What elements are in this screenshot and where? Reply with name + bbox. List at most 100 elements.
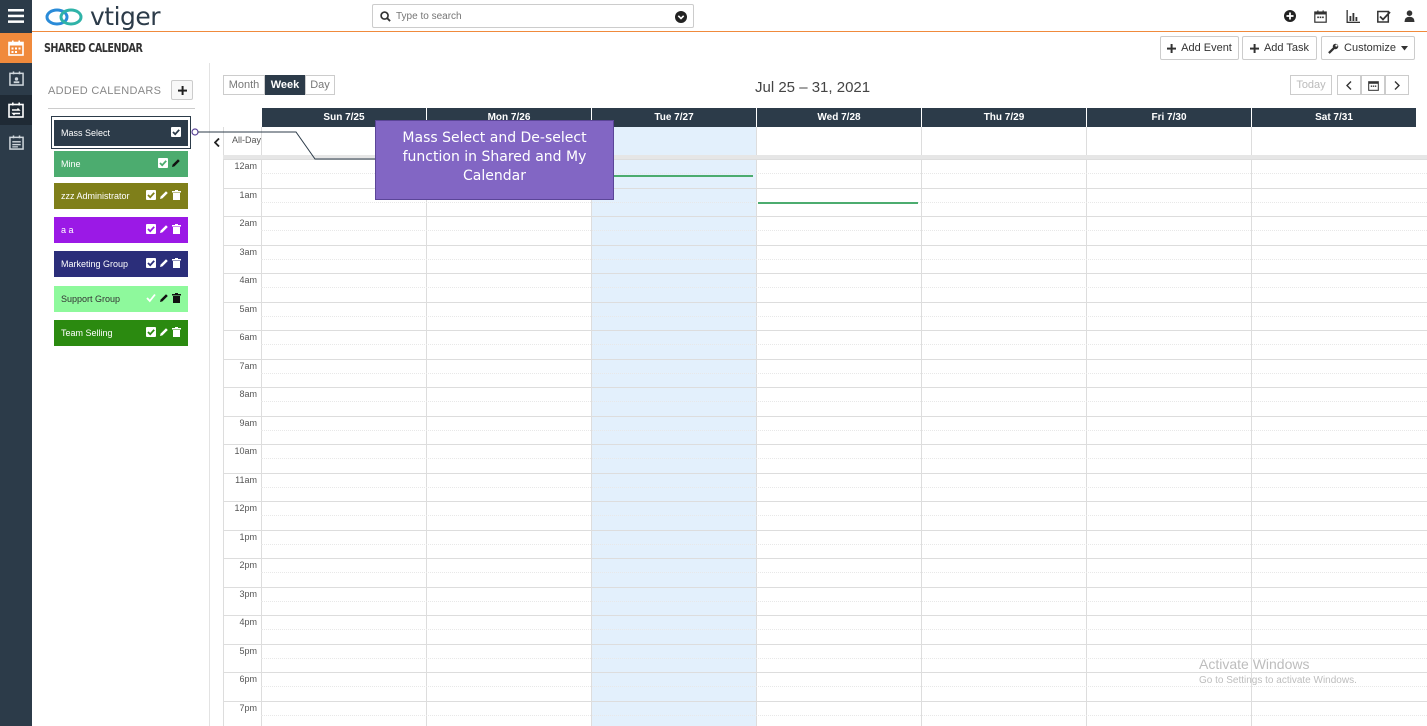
calendar-item-zzz-administrator[interactable]: zzz Administrator xyxy=(54,183,188,209)
hour-line xyxy=(223,273,1427,274)
trash-icon[interactable] xyxy=(172,293,181,303)
app-root: vtiger SHARED CALENDAR Add Even xyxy=(0,0,1427,726)
trash-icon[interactable] xyxy=(172,190,181,200)
add-calendar-button[interactable] xyxy=(171,80,193,100)
checkbox-checked-icon[interactable] xyxy=(171,127,181,137)
vtiger-logo[interactable]: vtiger xyxy=(44,2,161,31)
calendar-event[interactable] xyxy=(758,201,918,204)
checkbox-checked-icon[interactable] xyxy=(158,158,168,168)
hour-line xyxy=(223,700,1427,702)
prev-week-button[interactable] xyxy=(1337,75,1361,95)
time-label: 11am xyxy=(235,474,257,485)
edit-pencil-icon[interactable] xyxy=(159,327,169,337)
half-hour-line xyxy=(261,287,1427,289)
tasks-check-icon[interactable] xyxy=(1376,8,1392,24)
time-label: 10am xyxy=(234,446,257,456)
day-header[interactable]: Thu 7/29 xyxy=(921,108,1086,127)
day-header[interactable]: Sat 7/31 xyxy=(1251,108,1416,127)
time-label: 2pm xyxy=(239,560,257,570)
trash-icon[interactable] xyxy=(172,224,181,234)
checkbox-checked-icon[interactable] xyxy=(146,258,156,268)
add-task-button[interactable]: Add Task xyxy=(1242,36,1317,60)
half-hour-line xyxy=(261,458,1427,460)
view-month-button[interactable]: Month xyxy=(223,75,265,95)
hour-line xyxy=(223,615,1427,616)
hour-line xyxy=(223,330,1427,331)
half-hour-line xyxy=(261,315,1427,317)
hour-line xyxy=(223,643,1427,645)
half-hour-line xyxy=(261,686,1427,688)
half-hour-line xyxy=(261,429,1427,431)
reports-chart-icon[interactable] xyxy=(1345,8,1361,24)
calendar-list-icon[interactable] xyxy=(0,127,32,157)
check-icon[interactable] xyxy=(146,293,156,303)
trash-icon[interactable] xyxy=(172,258,181,268)
time-label: 12pm xyxy=(234,503,257,513)
add-task-label: Add Task xyxy=(1263,42,1310,54)
edit-pencil-icon[interactable] xyxy=(171,158,181,168)
calendar-item-a-a[interactable]: a a xyxy=(54,217,188,243)
next-week-button[interactable] xyxy=(1385,75,1409,95)
shared-calendar-icon[interactable] xyxy=(0,95,32,125)
hour-line xyxy=(223,301,1427,303)
hour-line xyxy=(223,586,1427,588)
calendar-icon[interactable] xyxy=(1312,8,1328,24)
quick-create-icon[interactable] xyxy=(1282,8,1298,24)
calendar-item-marketing-group[interactable]: Marketing Group xyxy=(54,251,188,277)
today-button[interactable]: Today xyxy=(1290,75,1332,95)
time-label: 12am xyxy=(234,161,257,171)
checkbox-checked-icon[interactable] xyxy=(146,224,156,234)
half-hour-line xyxy=(261,372,1427,374)
calendar-item-team-selling[interactable]: Team Selling xyxy=(54,320,188,346)
time-label: 8am xyxy=(239,389,257,399)
calendar-item-mine[interactable]: Mine xyxy=(54,151,188,177)
checkbox-checked-icon[interactable] xyxy=(146,327,156,337)
trash-icon[interactable] xyxy=(172,327,181,337)
hour-line xyxy=(223,501,1427,502)
edit-pencil-icon[interactable] xyxy=(159,224,169,234)
view-week-button[interactable]: Week xyxy=(265,75,305,95)
added-calendars-heading: ADDED CALENDARS xyxy=(48,85,162,97)
edit-pencil-icon[interactable] xyxy=(159,258,169,268)
add-event-button[interactable]: Add Event xyxy=(1160,36,1239,60)
watermark-title: Activate Windows xyxy=(1199,656,1310,672)
calendar-event[interactable] xyxy=(593,174,753,177)
time-label: 4pm xyxy=(239,617,257,627)
hour-line xyxy=(223,415,1427,417)
search-input[interactable] xyxy=(396,10,676,22)
half-hour-line xyxy=(261,401,1427,403)
search-options-icon[interactable] xyxy=(675,10,687,28)
menu-icon[interactable] xyxy=(0,1,32,31)
edit-pencil-icon[interactable] xyxy=(159,190,169,200)
date-picker-button[interactable] xyxy=(1361,75,1385,95)
activate-windows-watermark: Activate Windows Go to Settings to activ… xyxy=(1199,656,1357,686)
checkbox-checked-icon[interactable] xyxy=(146,190,156,200)
time-label: 7pm xyxy=(239,702,257,713)
view-day-button[interactable]: Day xyxy=(305,75,335,95)
time-label: 5am xyxy=(239,303,257,314)
half-hour-line xyxy=(261,258,1427,260)
calendar-module-icon[interactable] xyxy=(0,33,32,63)
day-header[interactable]: Wed 7/28 xyxy=(756,108,921,127)
time-label: 6pm xyxy=(239,674,257,684)
time-label: 1am xyxy=(239,189,257,200)
customize-button[interactable]: Customize xyxy=(1321,36,1415,60)
day-header[interactable]: Tue 7/27 xyxy=(591,108,756,127)
logo-text: vtiger xyxy=(90,2,161,31)
calendar-icon xyxy=(1367,80,1379,91)
global-search[interactable] xyxy=(372,4,694,28)
calendar-item-label: Support Group xyxy=(61,294,121,304)
collapse-panel-button[interactable] xyxy=(211,135,223,149)
user-profile-icon[interactable] xyxy=(1401,8,1417,24)
module-header: SHARED CALENDAR Add Event Add Task Custo… xyxy=(32,33,1427,63)
date-range-title: Jul 25 – 31, 2021 xyxy=(755,79,871,96)
time-label: 4am xyxy=(239,275,257,285)
my-calendar-icon[interactable] xyxy=(0,63,32,93)
calendar-item-mass-select[interactable]: Mass Select xyxy=(54,120,188,146)
edit-pencil-icon[interactable] xyxy=(159,293,169,303)
day-header[interactable]: Fri 7/30 xyxy=(1086,108,1251,127)
half-hour-line xyxy=(261,629,1427,631)
calendar-item-label: Mass Select xyxy=(61,128,111,138)
plus-icon xyxy=(177,85,187,95)
calendar-item-support-group[interactable]: Support Group xyxy=(54,286,188,312)
